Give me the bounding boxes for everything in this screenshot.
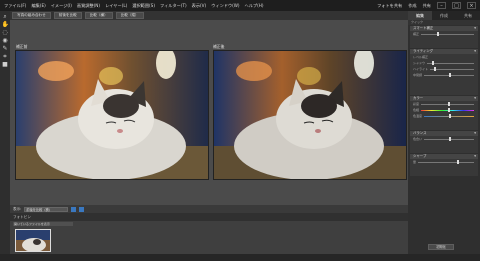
slider-track[interactable] <box>421 31 474 36</box>
menu-bar: ファイル(F) 編集(E) イメージ(I) 画質調整(N) レイヤー(L) 選択… <box>0 0 480 11</box>
hand-tool-icon[interactable]: ✋ <box>2 21 9 28</box>
slider-track[interactable] <box>424 113 474 118</box>
options-bar: 表示: 前後を比較（横） <box>10 205 408 213</box>
thumbnail-image <box>16 230 50 251</box>
workspace: 補正前 補正後 <box>10 20 408 205</box>
zoom-tool-icon[interactable]: ⌕ <box>2 13 9 20</box>
menu-file[interactable]: ファイル(F) <box>4 3 26 9</box>
app-window: ファイル(F) 編集(E) イメージ(I) 画質調整(N) レイヤー(L) 選択… <box>0 0 480 261</box>
view-mode-bar: 写真の組み合わせ 前後を比較 比較（横） 比較（縦） <box>10 11 408 20</box>
slider-track[interactable] <box>427 60 474 65</box>
slider-row: 中間調 <box>410 72 478 78</box>
section-sharpen: シャープ ▾ 量 <box>410 154 478 176</box>
menu-window[interactable]: ウィンドウ(W) <box>211 3 239 9</box>
red-eye-icon[interactable]: ◉ <box>2 37 9 44</box>
mode-button-3[interactable]: 比較（横） <box>84 12 113 19</box>
right-panel: 編集 作成 共有 クイック スマート補正 ▾ 補正 ライティング ▾ レベル補正 シ… <box>408 11 480 254</box>
rotate-left-icon[interactable] <box>71 206 77 212</box>
menu-filter[interactable]: フィルター(T) <box>160 3 187 9</box>
slider-knob[interactable] <box>457 159 460 164</box>
whiten-teeth-icon[interactable]: ✎ <box>2 45 9 52</box>
section-color: カラー ▾ 彩度 色相 色温度 <box>410 96 478 130</box>
after-cat-photo <box>214 51 406 179</box>
status-bar <box>0 254 480 261</box>
menu-enhance[interactable]: 画質調整(N) <box>77 3 100 9</box>
slider-knob[interactable] <box>449 72 451 77</box>
photo-bin-header: フォトビン <box>10 213 408 221</box>
menu-layer[interactable]: レイヤー(L) <box>105 3 127 9</box>
panel-tabs: 編集 作成 共有 <box>408 11 480 20</box>
close-icon[interactable]: × <box>467 2 476 9</box>
slider-knob[interactable] <box>449 136 451 141</box>
chevron-down-icon: ▾ <box>474 49 476 53</box>
menu-select[interactable]: 選択範囲(S) <box>132 3 155 9</box>
slider-knob[interactable] <box>447 107 450 112</box>
quick-select-icon[interactable]: ◌ <box>2 29 9 36</box>
slider-knob[interactable] <box>436 31 439 36</box>
minimize-icon[interactable]: – <box>437 2 446 9</box>
section-lighting: ライティング ▾ レベル補正 シャドウ ハイライト 中間調 <box>410 49 478 95</box>
zoom-label: 表示: <box>13 206 22 211</box>
reset-button[interactable]: 初期化 <box>428 244 454 250</box>
mode-button-4[interactable]: 比較（縦） <box>115 12 144 19</box>
before-cat-photo <box>16 51 208 179</box>
crop-tool-icon[interactable]: ⌗ <box>2 53 9 60</box>
slider-track[interactable] <box>421 107 474 112</box>
chevron-down-icon: ▾ <box>474 96 476 100</box>
rotate-right-icon[interactable] <box>79 206 85 212</box>
slider-knob[interactable] <box>434 66 437 71</box>
tab-edit[interactable]: 編集 <box>408 11 432 20</box>
photo-thumbnail[interactable] <box>15 229 51 252</box>
share-photo-button[interactable]: フォトを共有 <box>377 3 402 9</box>
slider-row: 補正 <box>410 31 478 37</box>
section-balance: バランス ▾ 色合い <box>410 131 478 153</box>
color-swatch-icon[interactable]: ■ <box>2 61 9 68</box>
menu-image[interactable]: イメージ(I) <box>51 3 72 9</box>
chevron-down-icon: ▾ <box>474 154 476 158</box>
slider-track[interactable] <box>424 72 474 77</box>
before-image[interactable] <box>15 50 209 180</box>
menu-help[interactable]: ヘルプ(H) <box>245 3 264 9</box>
slider-row: 色合い <box>410 136 478 142</box>
chevron-down-icon: ▾ <box>474 131 476 135</box>
panel-subtab[interactable]: クイック <box>408 20 480 25</box>
slider-row: 量 <box>410 159 478 165</box>
share-button[interactable]: 共有 <box>423 3 431 9</box>
tab-create[interactable]: 作成 <box>432 11 456 20</box>
photo-bin: 開いているファイルを表示 <box>10 221 408 254</box>
mode-button-1[interactable]: 写真の組み合わせ <box>12 12 51 19</box>
create-button[interactable]: 作成 <box>408 3 416 9</box>
slider-knob[interactable] <box>431 60 434 65</box>
slider-row: 色温度 <box>410 113 478 119</box>
menubar-right: フォトを共有 作成 共有 – □ × <box>377 2 480 9</box>
mode-button-2[interactable]: 前後を比較 <box>53 12 82 19</box>
chevron-down-icon: ▾ <box>474 26 476 30</box>
menu-edit[interactable]: 編集(E) <box>31 3 45 9</box>
section-smart-fix: スマート補正 ▾ 補正 <box>410 26 478 48</box>
slider-track[interactable] <box>424 136 474 141</box>
slider-track[interactable] <box>429 66 474 71</box>
after-image[interactable] <box>213 50 407 180</box>
slider-track[interactable] <box>418 159 474 164</box>
slider-knob[interactable] <box>449 113 451 118</box>
toolbox: ⌕ ✋ ◌ ◉ ✎ ⌗ ■ <box>0 11 10 261</box>
slider-knob[interactable] <box>447 101 450 106</box>
bin-select[interactable]: 開いているファイルを表示 <box>13 222 73 226</box>
maximize-icon[interactable]: □ <box>452 2 461 9</box>
tab-share[interactable]: 共有 <box>456 11 480 20</box>
slider-track[interactable] <box>421 101 474 106</box>
photo-bin-title: フォトビン <box>13 214 31 219</box>
view-select[interactable]: 前後を比較（横） <box>24 206 69 212</box>
menu-view[interactable]: 表示(V) <box>192 3 207 9</box>
